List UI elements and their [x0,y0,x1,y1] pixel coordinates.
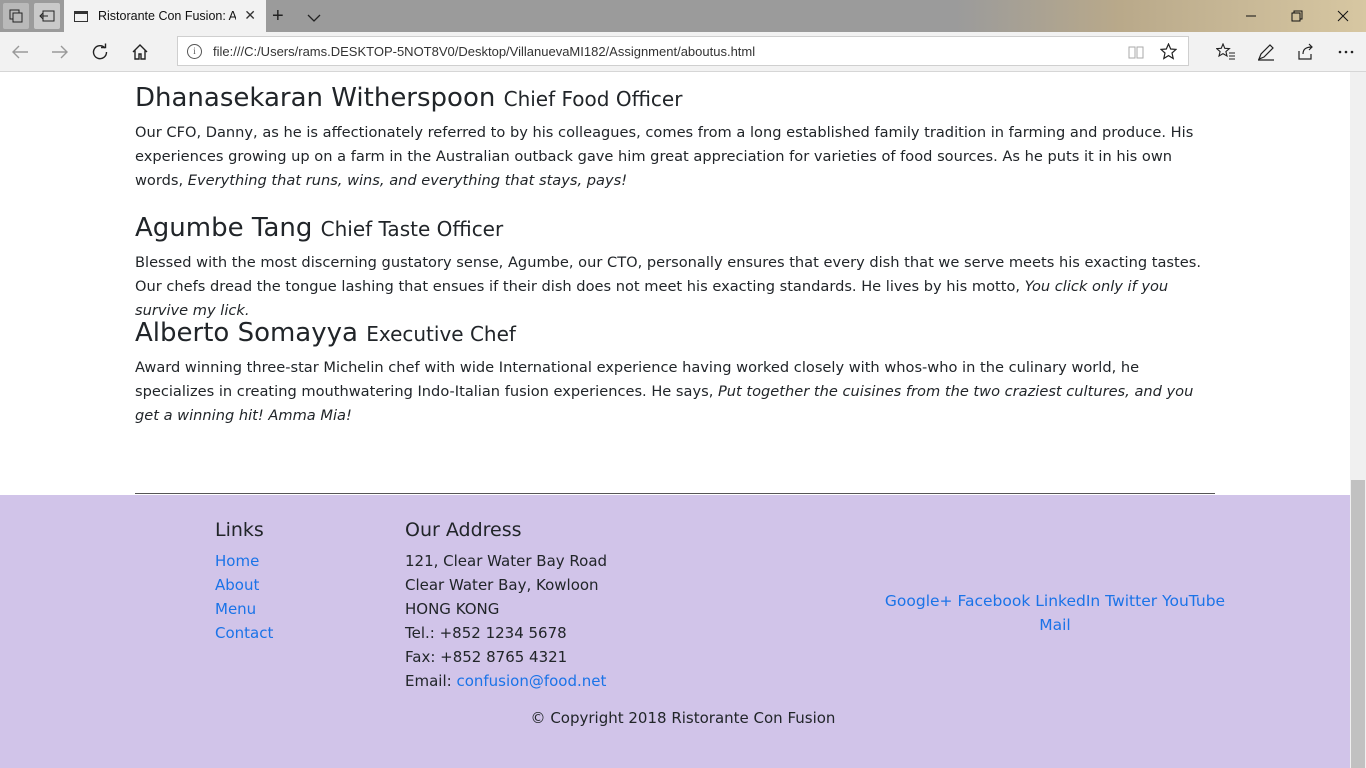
footer-links: Links Home About Menu Contact [215,519,273,645]
leader-profile: Alberto Somayya Executive Chef Award win… [135,317,1215,428]
info-icon[interactable]: i [187,44,202,59]
tabs-aside-icon [39,10,55,22]
twitter-link[interactable]: Twitter [1105,592,1157,610]
forward-icon[interactable] [50,42,70,62]
share-icon[interactable] [1296,42,1316,62]
tab-title: Ristorante Con Fusion: About Us [98,9,236,23]
linkedin-link[interactable]: LinkedIn [1035,592,1100,610]
email-line: Email: confusion@food.net [405,669,607,693]
address-bar[interactable]: i file:///C:/Users/rams.DESKTOP-5NOT8V0/… [177,36,1189,66]
fax-line: Fax: +852 8765 4321 [405,648,568,666]
leader-name: Dhanasekaran Witherspoon [135,83,496,113]
refresh-icon[interactable] [90,42,110,62]
leader-role: Executive Chef [366,322,516,346]
leader-heading: Alberto Somayya Executive Chef [135,317,1215,350]
address-line: HONG KONG [405,600,500,618]
link-about[interactable]: About [215,576,259,594]
leader-bio: Award winning three-star Michelin chef w… [135,356,1215,428]
tabs-icon [9,9,23,23]
leader-profile: Dhanasekaran Witherspoon Chief Food Offi… [135,82,1215,193]
restore-icon[interactable] [1274,0,1320,32]
copyright-text: © Copyright 2018 Ristorante Con Fusion [530,709,836,727]
phone-line: Tel.: +852 1234 5678 [405,624,567,642]
new-tab-icon[interactable]: + [272,5,284,28]
facebook-link[interactable]: Facebook [957,592,1030,610]
page-icon [74,10,88,22]
favorite-star-icon[interactable] [1159,42,1178,64]
page-footer: Links Home About Menu Contact Our Addres… [0,495,1350,768]
youtube-link[interactable]: YouTube [1162,592,1225,610]
leader-quote: Everything that runs, wins, and everythi… [187,172,628,189]
leader-profile: Agumbe Tang Chief Taste Officer Blessed … [135,212,1215,323]
address-block: 121, Clear Water Bay Road Clear Water Ba… [405,549,607,693]
links-heading: Links [215,519,264,541]
email-link[interactable]: confusion@food.net [456,672,606,690]
leader-bio: Blessed with the most discerning gustato… [135,251,1215,323]
address-line: 121, Clear Water Bay Road [405,552,608,570]
address-line: Clear Water Bay, Kowloon [405,576,599,594]
home-icon[interactable] [130,42,150,62]
leader-name: Alberto Somayya [135,318,358,348]
more-options-icon[interactable] [1336,42,1356,62]
leader-heading: Agumbe Tang Chief Taste Officer [135,212,1215,245]
leader-heading: Dhanasekaran Witherspoon Chief Food Offi… [135,82,1215,115]
web-note-icon[interactable] [1256,42,1276,62]
close-window-icon[interactable] [1320,0,1366,32]
leader-bio: Our CFO, Danny, as he is affectionately … [135,121,1215,193]
link-contact[interactable]: Contact [215,624,273,642]
section-divider [135,493,1215,494]
minimize-icon[interactable] [1228,0,1274,32]
address-heading: Our Address [405,519,522,541]
set-tabs-aside-button[interactable] [34,3,60,29]
social-links: Google+ Facebook LinkedIn Twitter YouTub… [840,589,1270,637]
scrollbar-thumb[interactable] [1351,480,1365,768]
back-icon[interactable] [10,42,30,62]
chevron-down-icon[interactable] [307,8,321,27]
url-text[interactable]: file:///C:/Users/rams.DESKTOP-5NOT8V0/De… [213,44,755,59]
favorites-icon[interactable] [1216,42,1236,62]
leader-name: Agumbe Tang [135,213,313,243]
browser-title-bar: Ristorante Con Fusion: About Us ✕ + [0,0,1366,32]
close-tab-icon[interactable]: ✕ [244,8,256,24]
leader-role: Chief Food Officer [503,87,683,111]
link-menu[interactable]: Menu [215,600,256,618]
email-label: Email: [405,672,457,690]
browser-tab[interactable]: Ristorante Con Fusion: About Us ✕ [64,0,266,32]
tab-actions-button[interactable] [3,3,29,29]
browser-toolbar: i file:///C:/Users/rams.DESKTOP-5NOT8V0/… [0,32,1366,72]
google-plus-link[interactable]: Google+ [885,592,953,610]
footer-address: Our Address 121, Clear Water Bay Road Cl… [405,519,607,693]
leader-role: Chief Taste Officer [320,217,504,241]
reading-view-icon[interactable] [1128,44,1144,64]
links-list: Home About Menu Contact [215,549,273,645]
link-home[interactable]: Home [215,552,259,570]
mail-link[interactable]: Mail [1039,616,1070,634]
